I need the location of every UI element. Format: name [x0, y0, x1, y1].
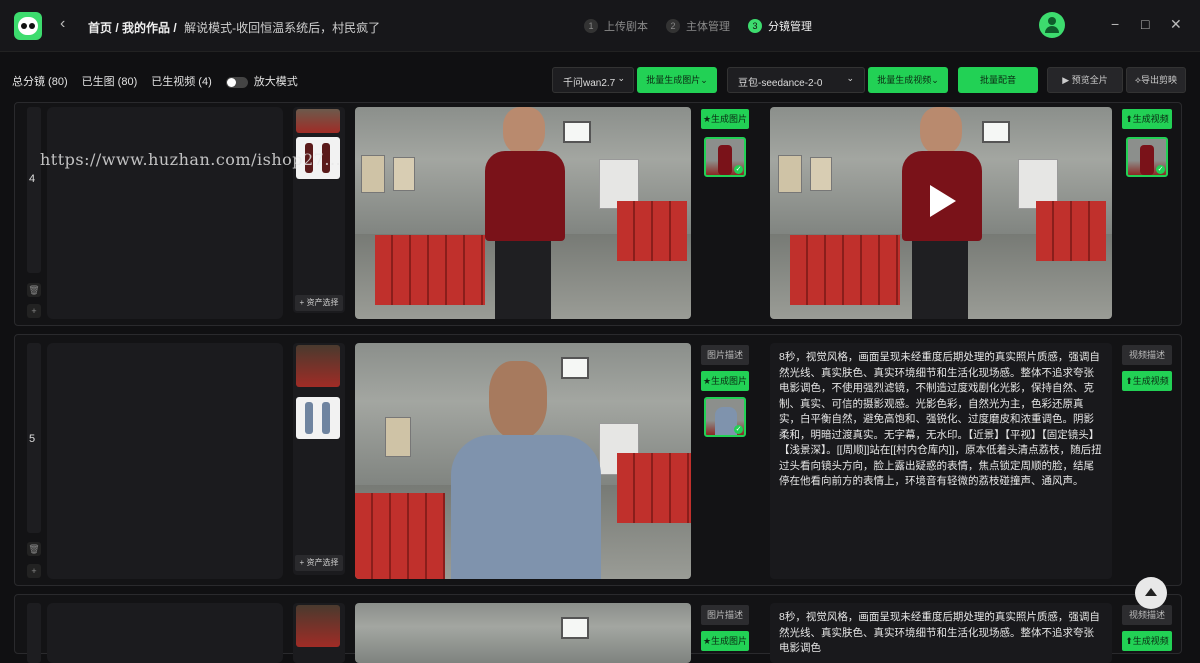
- shot-image[interactable]: [355, 107, 691, 319]
- character-figure: [451, 361, 601, 579]
- generate-video-button[interactable]: ⬆生成视频: [1122, 631, 1172, 651]
- video-candidate-thumbnail[interactable]: ✓: [1126, 137, 1168, 177]
- breadcrumb-my-works[interactable]: 我的作品: [122, 21, 170, 35]
- shot-card-5: 5 🗑 + + 资产选择 图片描述 ★生成图片 ✓ 8秒，视觉风格，画面呈现未经…: [14, 334, 1182, 586]
- video-model-value: 豆包-seedance-2-0: [738, 78, 823, 89]
- character-figure: [481, 107, 571, 319]
- image-model-value: 千问wan2.7: [563, 78, 616, 89]
- upload-icon: ⬆: [1125, 114, 1133, 124]
- add-icon[interactable]: +: [27, 564, 41, 578]
- image-description-button[interactable]: 图片描述: [701, 605, 749, 625]
- asset-panel: [293, 603, 345, 663]
- voiceover-panel[interactable]: [47, 343, 283, 579]
- title-bar: ‹ 首页 / 我的作品 / 解说模式-收回恒温系统后，村民疯了 1 上传剧本 2主…: [0, 0, 1200, 52]
- upload-icon: ⬆: [1125, 376, 1133, 386]
- user-avatar-icon[interactable]: [1039, 12, 1065, 38]
- chevron-down-icon: ⌄: [846, 73, 854, 83]
- star-icon: ★: [702, 114, 712, 124]
- generate-image-button[interactable]: ★生成图片: [701, 109, 749, 129]
- image-model-select[interactable]: 千问wan2.7 ⌄: [552, 67, 634, 93]
- image-description-button[interactable]: 图片描述: [701, 345, 749, 365]
- breadcrumb-separator: /: [173, 21, 177, 35]
- storyboard-toolbar: 总分镜 (80) 已生图 (80) 已生视频 (4) 放大模式 千问wan2.7…: [0, 62, 1200, 98]
- zoom-mode-label: 放大模式: [253, 76, 298, 88]
- total-shots-count: 总分镜 (80): [12, 76, 68, 88]
- shot-image[interactable]: [355, 343, 691, 579]
- shot-index-bar: [27, 107, 41, 273]
- generated-images-count: 已生图 (80): [81, 76, 138, 88]
- check-icon: ✓: [734, 425, 743, 434]
- asset-panel: + 资产选择: [293, 343, 345, 575]
- back-arrow-icon[interactable]: ‹: [60, 15, 65, 33]
- panda-logo-icon[interactable]: [14, 12, 42, 40]
- generate-image-button[interactable]: ★生成图片: [701, 371, 749, 391]
- project-title: 解说模式-收回恒温系统后，村民疯了: [184, 21, 381, 35]
- scroll-to-top-button[interactable]: [1135, 577, 1167, 609]
- breadcrumb-home[interactable]: 首页: [88, 21, 112, 35]
- video-prompt-text[interactable]: 8秒，视觉风格，画面呈现未经重度后期处理的真实照片质感，强调自然光线、真实肤色、…: [770, 603, 1112, 663]
- shot-card-4: 4 🗑 + + 资产选择 ★生成图片 ✓ ⬆生成视频 ✓: [14, 102, 1182, 326]
- delete-icon[interactable]: 🗑: [27, 542, 41, 556]
- batch-generate-images-button[interactable]: 批量生成图片⌄: [637, 67, 717, 93]
- add-icon[interactable]: +: [27, 304, 41, 318]
- watermark-text: https://www.huzhan.com/ishop27...: [40, 150, 342, 169]
- video-description-button[interactable]: 视频描述: [1122, 345, 1172, 365]
- asset-thumbnail-character[interactable]: [296, 397, 340, 439]
- upload-icon: ⬆: [1125, 636, 1133, 646]
- step-label: 分镜管理: [768, 21, 812, 33]
- batch-generate-videos-button[interactable]: 批量生成视频⌄: [868, 67, 948, 93]
- asset-thumbnail-scene[interactable]: [296, 345, 340, 387]
- image-candidate-thumbnail[interactable]: ✓: [704, 397, 746, 437]
- maximize-button[interactable]: □: [1141, 16, 1149, 32]
- zoom-mode-toggle[interactable]: 放大模式: [225, 73, 298, 89]
- export-jianying-button[interactable]: ⟡导出剪映: [1126, 67, 1186, 93]
- step-navigator: 1 上传剧本 2 主体管理 3 分镜管理: [584, 18, 812, 34]
- asset-panel: + 资产选择: [293, 107, 345, 313]
- shot-index-bar: [27, 603, 41, 663]
- shot-index: 5: [29, 433, 36, 445]
- step-storyboard-management[interactable]: 3 分镜管理: [748, 18, 812, 34]
- play-icon[interactable]: [930, 185, 956, 217]
- star-icon: ★: [702, 636, 712, 646]
- video-prompt-text[interactable]: 8秒，视觉风格，画面呈现未经重度后期处理的真实照片质感，强调自然光线、真实肤色、…: [770, 343, 1112, 579]
- batch-voiceover-button[interactable]: 批量配音: [958, 67, 1038, 93]
- delete-icon[interactable]: 🗑: [27, 283, 41, 297]
- step-subject-management[interactable]: 2 主体管理: [666, 18, 730, 34]
- asset-select-button[interactable]: + 资产选择: [295, 555, 343, 571]
- step-number: 3: [748, 19, 762, 33]
- chevron-down-icon: ⌄: [931, 75, 939, 85]
- step-upload-script[interactable]: 1 上传剧本: [584, 18, 648, 34]
- step-label: 上传剧本: [604, 21, 648, 33]
- asset-thumbnail-scene[interactable]: [296, 605, 340, 647]
- chevron-down-icon: ⌄: [700, 75, 708, 85]
- chevron-down-icon: ⌄: [617, 73, 625, 83]
- step-number: 2: [666, 19, 680, 33]
- video-model-select[interactable]: 豆包-seedance-2-0 ⌄: [727, 67, 865, 93]
- breadcrumb-separator: /: [115, 21, 119, 35]
- voiceover-panel[interactable]: [47, 107, 283, 319]
- step-label: 主体管理: [686, 21, 730, 33]
- close-button[interactable]: ✕: [1170, 16, 1182, 33]
- asset-thumbnail-scene[interactable]: [296, 109, 340, 133]
- shot-card-6: 图片描述 ★生成图片 8秒，视觉风格，画面呈现未经重度后期处理的真实照片质感，强…: [14, 594, 1182, 663]
- shot-index: 4: [29, 173, 36, 185]
- voiceover-panel[interactable]: [47, 603, 283, 663]
- toggle-switch-icon[interactable]: [225, 76, 248, 88]
- star-icon: ★: [702, 376, 712, 386]
- minimize-button[interactable]: −: [1111, 16, 1119, 32]
- generate-video-button[interactable]: ⬆生成视频: [1122, 109, 1172, 129]
- shot-image[interactable]: [355, 603, 691, 663]
- preview-all-button[interactable]: ▶ 预览全片: [1047, 67, 1123, 93]
- generated-videos-count: 已生视频 (4): [151, 76, 212, 88]
- check-icon: ✓: [1156, 165, 1165, 174]
- image-candidate-thumbnail[interactable]: ✓: [704, 137, 746, 177]
- shot-video[interactable]: [770, 107, 1112, 319]
- check-icon: ✓: [734, 165, 743, 174]
- asset-select-button[interactable]: + 资产选择: [295, 295, 343, 311]
- generate-image-button[interactable]: ★生成图片: [701, 631, 749, 651]
- generate-video-button[interactable]: ⬆生成视频: [1122, 371, 1172, 391]
- step-number: 1: [584, 19, 598, 33]
- breadcrumb: 首页 / 我的作品 / 解说模式-收回恒温系统后，村民疯了: [88, 19, 380, 36]
